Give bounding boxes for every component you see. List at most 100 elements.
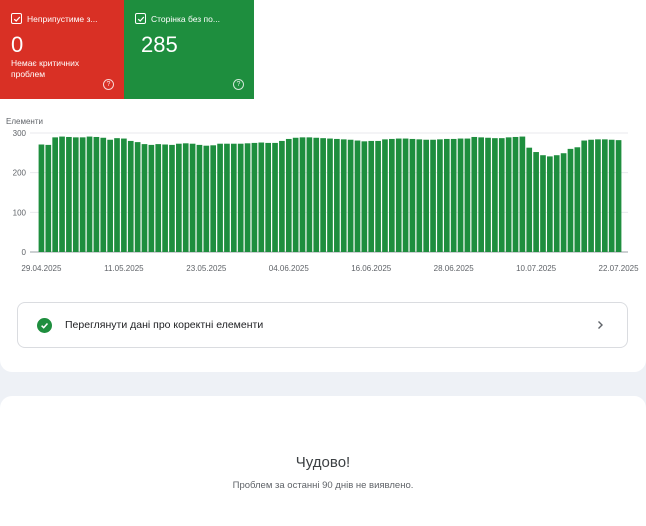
check-circle-icon: [37, 317, 52, 333]
chart-bar[interactable]: [615, 140, 622, 252]
chart-bar[interactable]: [389, 138, 395, 252]
checkbox-checked-icon[interactable]: [11, 13, 22, 24]
chart-bar[interactable]: [540, 155, 546, 252]
chart-bar[interactable]: [52, 137, 59, 252]
x-tick-label: 11.05.2025: [104, 264, 144, 273]
chart-bar[interactable]: [588, 139, 594, 252]
x-tick-label: 10.07.2025: [516, 264, 557, 273]
chart-bar[interactable]: [574, 147, 581, 252]
chart-bar[interactable]: [361, 141, 368, 252]
chart-bar[interactable]: [196, 144, 203, 252]
chart-bar[interactable]: [292, 137, 299, 252]
chart-bar[interactable]: [368, 140, 375, 252]
chart-bar[interactable]: [148, 144, 155, 252]
chart-bar[interactable]: [478, 137, 484, 252]
chart-bar[interactable]: [519, 136, 526, 252]
chart-bar[interactable]: [533, 152, 539, 252]
chart-bar[interactable]: [320, 138, 326, 252]
chart-bar[interactable]: [416, 139, 423, 252]
chart-bar[interactable]: [334, 138, 340, 252]
chart-bar[interactable]: [244, 143, 251, 252]
chart-bar[interactable]: [512, 136, 519, 252]
chart-bar[interactable]: [72, 137, 79, 252]
chart-bar[interactable]: [279, 140, 285, 252]
chart-bar[interactable]: [430, 139, 436, 252]
chart-bar[interactable]: [121, 138, 127, 252]
chart-bar[interactable]: [155, 144, 162, 252]
chart-bar[interactable]: [485, 137, 491, 252]
chart-bar[interactable]: [450, 138, 457, 252]
chart-bar[interactable]: [347, 139, 354, 252]
chart-bar[interactable]: [93, 136, 100, 252]
chart-bar[interactable]: [595, 139, 601, 252]
chart-bar[interactable]: [230, 143, 237, 252]
chart-bar[interactable]: [553, 155, 560, 252]
chart-bar[interactable]: [560, 153, 567, 252]
chart-bar[interactable]: [66, 136, 72, 252]
chart-bar[interactable]: [299, 137, 306, 252]
chart-bar[interactable]: [169, 144, 175, 252]
chart-bar[interactable]: [601, 139, 608, 252]
chart-bar[interactable]: [107, 139, 113, 252]
chart-bar[interactable]: [45, 144, 52, 252]
chart-bar[interactable]: [272, 142, 278, 252]
chart-bar[interactable]: [327, 138, 333, 252]
chart-bar[interactable]: [375, 140, 381, 252]
checkbox-checked-icon[interactable]: [135, 13, 146, 24]
x-tick-label: 22.07.2025: [599, 264, 640, 273]
chart-bar[interactable]: [402, 138, 409, 252]
chart-bar[interactable]: [127, 140, 134, 252]
chart-bar[interactable]: [498, 138, 505, 252]
chart-bar[interactable]: [224, 143, 230, 252]
chart-bar[interactable]: [443, 138, 450, 252]
chart-bar[interactable]: [492, 138, 498, 252]
chart-bar[interactable]: [354, 140, 361, 252]
chart-bar[interactable]: [265, 142, 271, 252]
chart-bar[interactable]: [285, 138, 292, 252]
chart-bar[interactable]: [203, 145, 210, 252]
chart-bar[interactable]: [340, 139, 347, 252]
chart-bar[interactable]: [382, 139, 388, 252]
error-tile[interactable]: Неприпустиме з... 0 Немає критичних проб…: [0, 0, 124, 99]
chart-bar[interactable]: [59, 136, 65, 252]
y-tick-label: 200: [13, 169, 27, 178]
chart-bar[interactable]: [258, 142, 265, 252]
chart-bar[interactable]: [79, 137, 86, 252]
chart-bar[interactable]: [217, 143, 223, 252]
chart-bar[interactable]: [581, 140, 588, 252]
chart-bar[interactable]: [423, 139, 430, 252]
chart-bar[interactable]: [189, 143, 196, 252]
chart-bar[interactable]: [464, 138, 471, 252]
chart-bar[interactable]: [505, 137, 512, 252]
valid-tile[interactable]: Сторінка без по... 285 ?: [124, 0, 254, 99]
help-icon[interactable]: ?: [233, 79, 244, 90]
chart-bar[interactable]: [306, 137, 313, 252]
chart-bar[interactable]: [162, 144, 168, 253]
chart-bar[interactable]: [471, 136, 478, 252]
coverage-card: Неприпустиме з... 0 Немає критичних проб…: [0, 0, 646, 372]
help-icon[interactable]: ?: [103, 79, 114, 90]
chart-bar[interactable]: [437, 139, 443, 252]
chart-bar[interactable]: [114, 138, 120, 252]
chart-bar[interactable]: [176, 143, 182, 252]
chart-bar[interactable]: [141, 144, 148, 252]
chart-bar[interactable]: [395, 138, 402, 252]
chart-bar[interactable]: [100, 137, 107, 252]
view-valid-items-link[interactable]: Переглянути дані про коректні елементи: [17, 302, 628, 348]
chart-bar[interactable]: [251, 142, 258, 252]
chart-bar[interactable]: [38, 144, 45, 253]
chart-bar[interactable]: [313, 137, 320, 252]
chart-bar[interactable]: [567, 148, 574, 252]
chart-bar[interactable]: [210, 145, 217, 252]
error-tile-subtitle: Немає критичних проблем: [11, 58, 80, 79]
error-tile-title: Неприпустиме з...: [27, 13, 98, 24]
chart-bar[interactable]: [526, 147, 533, 252]
chart-bar[interactable]: [86, 136, 93, 252]
chart-bar[interactable]: [547, 156, 553, 252]
chart-bar[interactable]: [457, 138, 464, 252]
chart-bar[interactable]: [182, 143, 189, 252]
chart-bar[interactable]: [608, 139, 615, 252]
chart-bar[interactable]: [409, 138, 416, 252]
chart-bar[interactable]: [134, 142, 141, 252]
chart-bar[interactable]: [237, 143, 244, 252]
